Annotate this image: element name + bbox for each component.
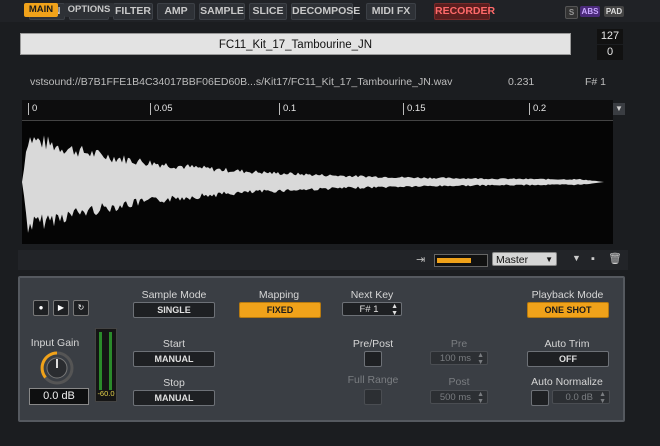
auto-normalize-checkbox[interactable] xyxy=(531,390,549,406)
mapping-label: Mapping xyxy=(258,289,300,301)
position-readout: 0.231 xyxy=(508,76,535,88)
post-field[interactable]: 500 ms ▲ ▼ xyxy=(430,390,488,405)
playback-mode-button[interactable]: ONE SHOT xyxy=(527,302,609,318)
sample-name-field[interactable]: FC11_Kit_17_Tambourine_JN xyxy=(20,33,571,55)
pre-post-label: Pre/Post xyxy=(352,338,394,350)
abs-button[interactable]: ABS xyxy=(580,6,600,17)
input-gain-knob[interactable] xyxy=(38,350,76,386)
output-select[interactable]: Master ▼ xyxy=(492,252,557,266)
save-icon[interactable]: ▪ xyxy=(591,253,595,265)
auto-normalize-label: Auto Normalize xyxy=(531,376,603,388)
meter-bar-left xyxy=(99,332,102,390)
start-label: Start xyxy=(162,338,186,350)
input-meter: -60.0 xyxy=(95,328,117,402)
stepper-arrows-icon: ▲ ▼ xyxy=(477,352,484,366)
stop-button[interactable]: MANUAL xyxy=(133,390,215,406)
stepper-arrows-icon: ▲ ▼ xyxy=(477,391,484,405)
next-key-field[interactable]: F# 1 ▲ ▼ xyxy=(342,302,402,317)
playback-mode-label: Playback Mode xyxy=(531,289,604,301)
ruler-tick: 0.15 xyxy=(403,103,426,115)
subtab-main[interactable]: MAIN xyxy=(24,3,58,17)
waveform-svg xyxy=(22,135,604,233)
sample-mode-label: Sample Mode xyxy=(141,289,207,301)
stop-label: Stop xyxy=(163,377,185,389)
meter-bar-right xyxy=(109,332,112,390)
sample-path: vstsound://B7B1FFE1B4C34017BBF06ED60B...… xyxy=(30,76,453,88)
auto-normalize-value: 0.0 dB xyxy=(565,392,593,403)
ruler-tick: 0.1 xyxy=(279,103,296,115)
pre-post-checkbox[interactable] xyxy=(364,351,382,367)
waveform-display[interactable] xyxy=(22,121,613,244)
key-readout: F# 1 xyxy=(585,76,607,88)
ruler-tick: 0 xyxy=(28,103,37,115)
pre-label: Pre xyxy=(450,338,468,350)
next-key-label: Next Key xyxy=(350,289,394,301)
trash-icon[interactable]: 🗑 xyxy=(608,252,622,265)
post-value: 500 ms xyxy=(439,392,471,403)
range-high-value[interactable]: 127 xyxy=(597,29,623,44)
post-label: Post xyxy=(448,376,470,388)
full-range-checkbox[interactable] xyxy=(364,389,382,405)
tab-decompose[interactable]: DECOMPOSE xyxy=(291,3,360,20)
ruler-tick: 0.05 xyxy=(150,103,173,115)
full-range-label: Full Range xyxy=(347,374,399,386)
loop-button[interactable]: ↻ xyxy=(73,300,89,316)
auto-trim-button[interactable]: OFF xyxy=(527,351,609,367)
level-meter xyxy=(434,254,488,267)
tab-sample[interactable]: SAMPLE xyxy=(199,3,245,20)
input-gain-value[interactable]: 0.0 dB xyxy=(29,388,89,405)
ruler-tick: 0.2 xyxy=(529,103,546,115)
pre-value: 100 ms xyxy=(439,353,471,364)
record-button[interactable]: ● xyxy=(33,300,49,316)
sample-mode-button[interactable]: SINGLE xyxy=(133,302,215,318)
next-key-value: F# 1 xyxy=(359,304,379,315)
auto-trim-label: Auto Trim xyxy=(544,338,590,350)
meter-value: -60.0 xyxy=(97,389,115,398)
tab-slice[interactable]: SLICE xyxy=(249,3,287,20)
time-ruler[interactable] xyxy=(22,100,613,121)
s-button[interactable]: S xyxy=(565,6,578,19)
play-button[interactable]: ▶ xyxy=(53,300,69,316)
subtab-options[interactable]: OPTIONS xyxy=(64,3,114,17)
ruler-menu-button[interactable]: ▼ xyxy=(613,103,625,115)
mapping-button[interactable]: FIXED xyxy=(239,302,321,318)
auto-normalize-field[interactable]: 0.0 dB ▲ ▼ xyxy=(552,390,610,405)
input-routing-icon[interactable]: ⇥ xyxy=(416,253,425,266)
input-gain-label: Input Gain xyxy=(30,337,80,349)
tab-amp[interactable]: AMP xyxy=(157,3,195,20)
start-button[interactable]: MANUAL xyxy=(133,351,215,367)
stepper-arrows-icon: ▲ ▼ xyxy=(391,303,398,317)
output-select-value: Master xyxy=(496,254,529,266)
level-meter-fill xyxy=(437,258,471,263)
waveform-shape xyxy=(22,135,604,233)
range-low-value[interactable]: 0 xyxy=(597,45,623,60)
chevron-down-icon: ▼ xyxy=(545,255,553,264)
tab-recorder[interactable]: RECORDER xyxy=(434,3,495,20)
pad-button[interactable]: PAD xyxy=(604,6,624,17)
tab-midi-fx[interactable]: MIDI FX xyxy=(366,3,416,20)
pre-field[interactable]: 100 ms ▲ ▼ xyxy=(430,351,488,366)
tab-filter[interactable]: FILTER xyxy=(113,3,153,20)
stepper-arrows-icon: ▲ ▼ xyxy=(599,391,606,405)
chevron-down-icon[interactable]: ▼ xyxy=(572,253,581,263)
